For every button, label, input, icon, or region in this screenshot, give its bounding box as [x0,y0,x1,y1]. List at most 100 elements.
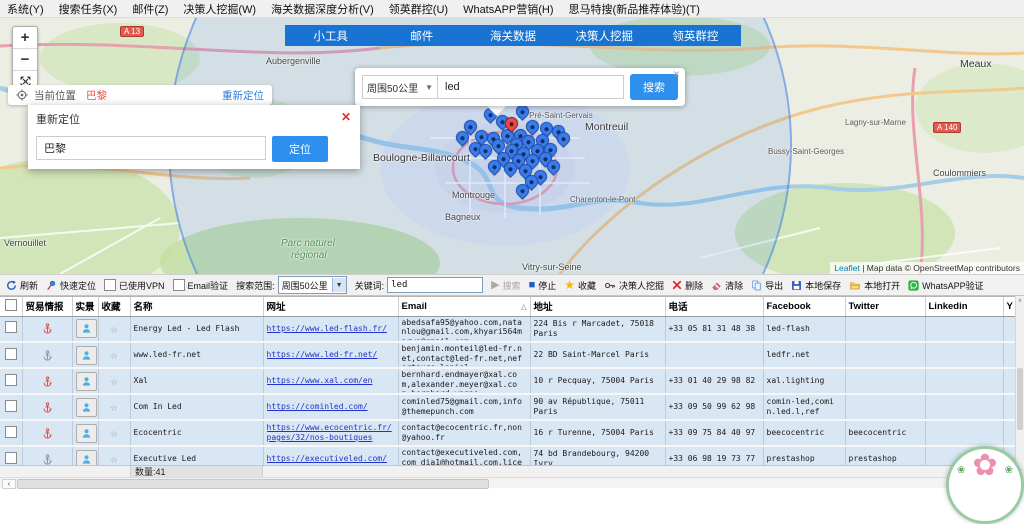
street-view-button[interactable] [76,398,97,417]
street-view-button[interactable] [76,424,97,443]
search-panel-close-icon[interactable]: × [673,68,680,80]
favorite-star-icon[interactable]: ☆ [110,400,117,414]
menu-item[interactable]: 决策人挖掘(W) [183,1,256,17]
column-header[interactable]: Email△ [398,297,530,316]
search-button[interactable]: ▶ 搜索 [491,279,520,292]
export-button[interactable]: 导出 [751,279,783,292]
table-row[interactable]: ☆Com In Ledhttps://cominled.com/cominled… [0,394,1015,420]
cell-url-link[interactable]: https://www.xal.com/en [267,376,395,386]
menu-item[interactable]: 系统(Y) [7,1,44,17]
street-view-button[interactable] [76,372,97,391]
scroll-up-icon[interactable]: ∧ [1016,296,1024,306]
column-header[interactable]: 电话 [665,297,763,316]
map-keyword-input[interactable] [438,75,624,99]
select-all-checkbox[interactable] [5,299,17,311]
map-search-button[interactable]: 搜索 [630,74,678,100]
map-nav-tab[interactable]: 领英群控 [650,25,741,46]
cell-url-link[interactable]: https://www.ecocentric.fr/pages/32/nos-b… [267,423,395,442]
delete-button[interactable]: 删除 [672,279,703,292]
column-header[interactable]: 实景 [72,297,98,316]
cell-url-link[interactable]: https://www.led-fr.net/ [267,350,395,360]
menu-item[interactable]: 海关数据深度分析(V) [271,1,374,17]
relocate-link[interactable]: 重新定位 [222,88,264,103]
row-checkbox[interactable] [5,400,17,412]
local-open-button[interactable]: 本地打开 [849,279,900,292]
row-checkbox[interactable] [5,452,17,464]
vertical-scrollbar[interactable]: ∧ ∨ [1015,296,1024,477]
column-header[interactable]: 网址 [263,297,398,316]
checkbox-icon[interactable] [104,279,116,291]
map-nav-tab[interactable]: 决策人挖掘 [559,25,650,46]
keyword-input[interactable] [387,277,483,293]
table-row[interactable]: ☆Executive Ledhttps://executiveled.com/c… [0,446,1015,466]
table-row[interactable]: ☆www.led-fr.nethttps://www.led-fr.net/be… [0,342,1015,368]
vertical-scroll-thumb[interactable] [1017,368,1023,430]
clear-button[interactable]: 清除 [711,279,743,292]
stop-button[interactable]: ■ 停止 [529,279,557,292]
table-row[interactable]: ☆Energy Led - Led Flashhttps://www.led-f… [0,316,1015,342]
map-nav-tab[interactable]: 邮件 [376,25,467,46]
row-checkbox[interactable] [5,374,17,386]
map-area[interactable]: A 13AubergenvilleVernouilletMontreuilLe … [0,18,1024,274]
column-header[interactable]: Facebook [763,297,845,316]
anchor-icon[interactable] [42,375,53,388]
zoom-out-button[interactable]: − [13,49,37,71]
column-header[interactable]: 收藏 [98,297,130,316]
favorite-star-icon[interactable]: ☆ [110,452,117,466]
vpn-checkbox[interactable]: 已使用VPN [104,279,165,292]
zoom-in-button[interactable]: + [13,27,37,49]
map-nav-tab[interactable]: 小工具 [285,25,376,46]
decision-mining-button[interactable]: 决策人挖掘 [604,279,664,292]
relocate-close-icon[interactable]: ✕ [341,110,351,124]
whatsapp-verify-button[interactable]: WhatsAPP验证 [908,279,984,292]
refresh-button[interactable]: 刷新 [6,279,38,292]
column-header[interactable]: 地址 [530,297,665,316]
row-checkbox[interactable] [5,348,17,360]
favorite-star-icon[interactable]: ☆ [110,426,117,440]
menu-item[interactable]: 搜索任务(X) [59,1,118,17]
search-scope-select[interactable]: 周围50公里 ▼ [278,276,347,294]
favorite-star-icon[interactable]: ☆ [110,348,117,362]
cell-url-link[interactable]: https://executiveled.com/ [267,454,395,464]
street-view-button[interactable] [76,450,97,467]
cell-phone [665,342,763,368]
cell-address: 16 r Turenne, 75004 Paris [530,420,665,446]
favorite-star-icon[interactable]: ☆ [110,322,117,336]
street-view-button[interactable] [76,346,97,365]
column-header[interactable] [0,297,22,316]
email-verify-checkbox[interactable]: Email验证 [173,279,229,292]
local-save-button[interactable]: 本地保存 [791,279,841,292]
cell-url-link[interactable]: https://cominled.com/ [267,402,395,412]
street-view-button[interactable] [76,319,97,338]
relocate-city-input[interactable] [36,136,266,160]
anchor-icon[interactable] [42,401,53,414]
cell-url-link[interactable]: https://www.led-flash.fr/ [267,324,395,334]
row-checkbox[interactable] [5,321,17,333]
quick-locate-button[interactable]: 快速定位 [46,279,96,292]
anchor-icon[interactable] [42,349,53,362]
favorite-button[interactable]: ★ 收藏 [564,279,596,292]
row-checkbox[interactable] [5,426,17,438]
anchor-icon[interactable] [42,322,53,335]
table-row[interactable]: ☆Xalhttps://www.xal.com/enbernhard.endma… [0,368,1015,394]
anchor-icon[interactable] [42,453,53,466]
favorite-star-icon[interactable]: ☆ [110,374,117,388]
column-header[interactable]: Twitter [845,297,925,316]
menu-item[interactable]: 领英群控(U) [389,1,448,17]
column-header[interactable]: Y [1003,297,1015,316]
menubar: 系统(Y) 搜索任务(X) 邮件(Z) 决策人挖掘(W) 海关数据深度分析(V) 领英群控… [0,0,1024,18]
menu-item[interactable]: 思马特搜(新品推荐体验)(T) [569,1,700,17]
column-header[interactable]: Linkedin [925,297,1003,316]
locate-button[interactable]: 定位 [272,136,328,162]
map-nav-tab[interactable]: 海关数据 [467,25,558,46]
leaflet-link[interactable]: Leaflet [834,263,860,273]
table-row[interactable]: ☆Ecocentrichttps://www.ecocentric.fr/pag… [0,420,1015,446]
menu-item[interactable]: 邮件(Z) [132,1,168,17]
scope-select[interactable]: 周围50公里 ▼ [362,75,438,99]
column-header[interactable]: 贸易情报 [22,297,72,316]
column-header[interactable]: 名称 [130,297,263,316]
checkbox-icon[interactable] [173,279,185,291]
horizontal-scrollbar[interactable]: ‹ [0,477,1024,488]
anchor-icon[interactable] [42,427,53,440]
menu-item[interactable]: WhatsAPP营销(H) [463,1,553,17]
